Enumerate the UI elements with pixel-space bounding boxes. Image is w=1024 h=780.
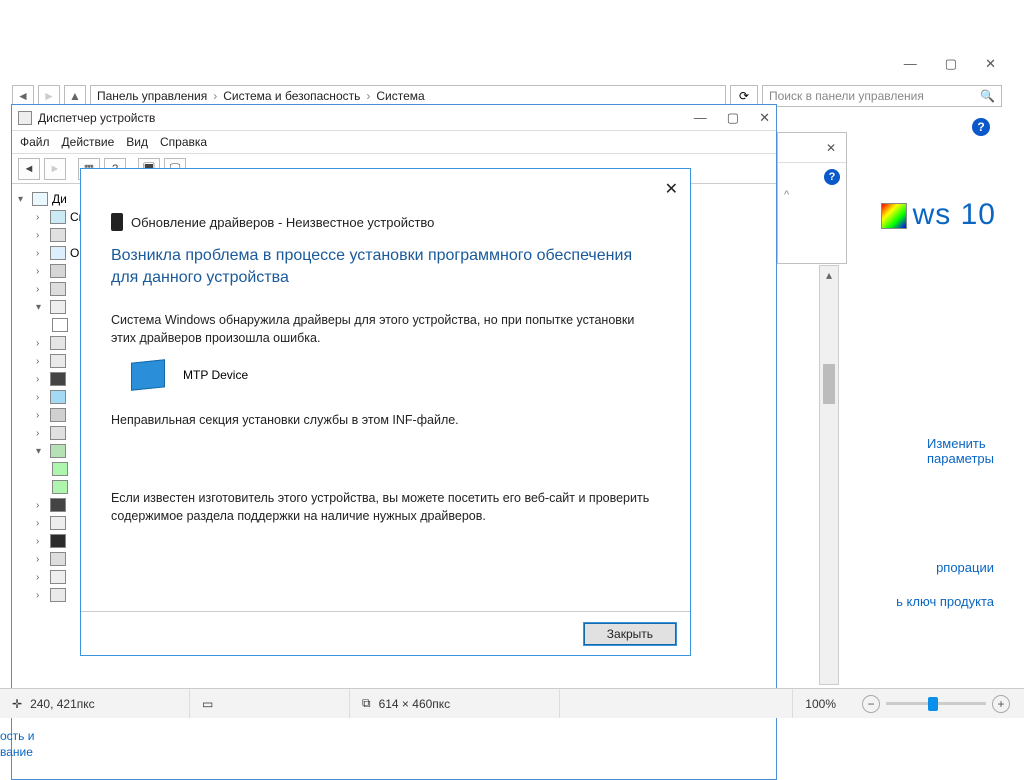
minimize-button[interactable]: — [904, 56, 917, 72]
forward-icon[interactable]: ► [44, 158, 66, 180]
device-name: MTP Device [183, 368, 248, 382]
disk-icon [50, 264, 66, 278]
color-block-icon [881, 203, 907, 229]
computer-icon [32, 192, 48, 206]
link-corporation[interactable]: рпорации [936, 560, 994, 575]
tree-root-label: Ди [52, 192, 67, 206]
link-change-params[interactable]: Изменить параметры [927, 436, 994, 466]
storage-icon [50, 372, 66, 386]
port-device-icon [52, 462, 68, 476]
breadcrumb-item[interactable]: Система и безопасность [223, 89, 360, 103]
keyboard-icon [50, 336, 66, 350]
scroll-thumb[interactable] [823, 364, 835, 404]
dialog-error-text: Неправильная секция установки службы в э… [81, 389, 690, 429]
menu-file[interactable]: Файл [20, 135, 50, 149]
chevron-down-icon: ▾ [18, 194, 28, 205]
search-placeholder: Поиск в панели управления [769, 89, 924, 103]
system-icon [50, 570, 66, 584]
personalize-popover: ✕ ? ^ [777, 132, 847, 264]
scroll-up-icon[interactable]: ▴ [820, 266, 838, 284]
breadcrumb-item[interactable]: Система [376, 89, 424, 103]
bluetooth-icon [50, 210, 66, 224]
zoom-slider[interactable] [886, 702, 986, 705]
back-icon[interactable]: ◄ [18, 158, 40, 180]
menu-help[interactable]: Справка [160, 135, 207, 149]
windows10-text: ws 10 [913, 198, 996, 231]
close-button[interactable]: ✕ [985, 56, 996, 72]
hid-icon [50, 588, 66, 602]
cursor-coords: 240, 421пкс [30, 697, 95, 711]
dialog-paragraph: Система Windows обнаружила драйверы для … [81, 289, 690, 347]
link-product-key[interactable]: ь ключ продукта [896, 594, 994, 609]
menu-action[interactable]: Действие [62, 135, 115, 149]
devmgr-icon [18, 111, 32, 125]
dialog-header-title: Обновление драйверов - Неизвестное устро… [131, 215, 434, 230]
menu-view[interactable]: Вид [126, 135, 148, 149]
portable-icon [50, 444, 66, 458]
mouse-icon [50, 408, 66, 422]
network-icon [50, 552, 66, 566]
port-device-icon [52, 480, 68, 494]
dimensions-icon: ⧉ [362, 696, 371, 711]
chevron-right-icon: › [366, 89, 370, 103]
print-icon [50, 426, 66, 440]
dialog-footer: Закрыть [81, 611, 690, 655]
search-input[interactable]: Поиск в панели управления 🔍 [762, 85, 1002, 107]
zoom-out-button[interactable]: − [862, 695, 880, 713]
help-icon[interactable]: ? [824, 169, 840, 185]
chevron-right-icon: › [213, 89, 217, 103]
maximize-button[interactable]: ▢ [727, 110, 739, 126]
close-icon[interactable]: ✕ [665, 179, 678, 199]
software-icon [50, 516, 66, 530]
usb-icon [50, 282, 66, 296]
devmgr-titlebar[interactable]: Диспетчер устройств — ▢ ✕ [12, 105, 776, 131]
devmgr-menubar: Файл Действие Вид Справка [12, 131, 776, 154]
caret-up-icon: ^ [784, 189, 789, 201]
gamepad-icon [50, 498, 66, 512]
pc-icon [50, 354, 66, 368]
close-icon[interactable]: ✕ [826, 141, 836, 155]
device-icon [111, 213, 123, 231]
audio-icon [50, 228, 66, 242]
driver-update-dialog: ✕ Обновление драйверов - Неизвестное уст… [80, 168, 691, 656]
zoom-in-button[interactable]: + [992, 695, 1010, 713]
maximize-button[interactable]: ▢ [945, 56, 957, 72]
zoom-value: 100% [805, 697, 836, 711]
zoom-thumb[interactable] [928, 697, 938, 711]
help-icon[interactable]: ? [972, 118, 990, 136]
dialog-hint-text: Если известен изготовитель этого устройс… [81, 429, 690, 525]
other-icon [50, 300, 66, 314]
display-icon [50, 246, 66, 260]
breadcrumb-item[interactable]: Панель управления [97, 89, 207, 103]
dialog-heading: Возникла проблема в процессе установки п… [81, 245, 690, 289]
close-button[interactable]: ✕ [759, 110, 770, 126]
scrollbar-vertical[interactable]: ▴ [819, 265, 839, 685]
monitor-icon [50, 390, 66, 404]
minimize-button[interactable]: — [694, 110, 707, 126]
device-thumbnail-icon [131, 359, 165, 391]
selection-icon: ▭ [202, 697, 213, 711]
close-button[interactable]: Закрыть [584, 623, 676, 645]
cpu-icon [50, 534, 66, 548]
search-icon: 🔍 [980, 89, 995, 103]
unknown-device-icon [52, 318, 68, 332]
devmgr-title: Диспетчер устройств [38, 111, 155, 125]
windows10-logo: ws 10 [881, 198, 996, 232]
status-bar: ✛ 240, 421пкс ▭ ⧉ 614 × 460пкс 100% − + [0, 688, 1024, 718]
crosshair-icon: ✛ [12, 697, 22, 711]
image-dimensions: 614 × 460пкс [379, 697, 451, 711]
cropped-link-text: ость и вание [0, 728, 34, 760]
